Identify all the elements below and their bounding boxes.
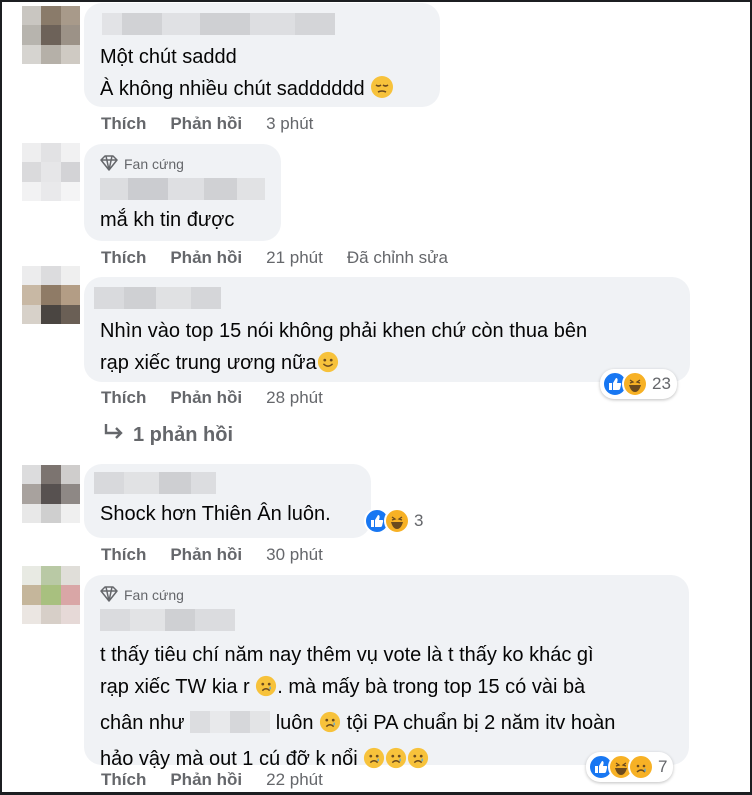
sad-face-icon	[385, 747, 407, 779]
comment-line: Nhìn vào top 15 nói không phải khen chứ …	[100, 320, 588, 342]
reaction-summary[interactable]: 23	[600, 369, 677, 399]
like-button[interactable]: Thích	[101, 388, 146, 408]
comment-bubble: Shock hơn Thiên Ân luôn.	[84, 464, 371, 538]
comment-bubble: Fan cứng t thấy tiêu chí năm nay thêm vụ…	[84, 575, 689, 770]
like-button[interactable]: Thích	[101, 248, 146, 268]
comment-bubble: Fan cứng mắ kh tin được	[84, 144, 281, 241]
timestamp[interactable]: 28 phút	[266, 388, 323, 408]
view-replies-link[interactable]: 1 phản hồi	[103, 422, 233, 448]
reply-button[interactable]: Phản hồi	[170, 114, 242, 134]
comment-line: t thấy tiêu chí năm nay thêm vụ vote là …	[100, 644, 594, 666]
like-button[interactable]: Thích	[101, 545, 146, 565]
reaction-summary[interactable]: 3	[362, 506, 429, 536]
comment-bubble: Nhìn vào top 15 nói không phải khen chứ …	[84, 277, 690, 382]
timestamp[interactable]: 22 phút	[266, 770, 323, 790]
comment-line: chân như luôn tội PA chuẩn bị 2 năm itv …	[100, 707, 673, 743]
comment-bubble: Một chút saddd À không nhiều chút sadddd…	[84, 3, 440, 107]
comment-line: Một chút saddd	[100, 46, 237, 68]
avatar[interactable]	[22, 465, 80, 523]
diamond-icon	[100, 154, 118, 174]
edited-label[interactable]: Đã chỉnh sửa	[347, 248, 448, 268]
comment-actions: Thích Phản hồi 30 phút	[101, 543, 323, 567]
avatar[interactable]	[22, 6, 80, 64]
blurred-name	[190, 711, 271, 733]
diamond-icon	[100, 585, 118, 605]
pensive-face-icon	[370, 75, 394, 109]
author-name-blurred[interactable]	[94, 287, 674, 309]
top-fan-badge[interactable]: Fan cứng	[100, 154, 265, 174]
reply-button[interactable]: Phản hồi	[170, 545, 242, 565]
comment-line: rạp xiếc TW kia r . mà mấy bà trong top …	[100, 671, 673, 707]
timestamp[interactable]: 21 phút	[266, 248, 323, 268]
timestamp[interactable]: 30 phút	[266, 545, 323, 565]
sad-face-icon	[407, 747, 429, 779]
smiling-face-icon	[317, 351, 339, 383]
reaction-count: 23	[652, 374, 671, 393]
comment-actions: Thích Phản hồi 22 phút	[101, 768, 323, 792]
reaction-count: 3	[414, 511, 424, 530]
top-fan-badge[interactable]: Fan cứng	[100, 585, 673, 605]
reply-button[interactable]: Phản hồi	[170, 770, 242, 790]
timestamp[interactable]: 3 phút	[266, 114, 313, 134]
author-name-blurred[interactable]	[100, 178, 265, 200]
comment-text: Một chút saddd À không nhiều chút sadddd…	[100, 41, 424, 109]
like-button[interactable]: Thích	[101, 770, 146, 790]
comment-text: Nhìn vào top 15 nói không phải khen chứ …	[100, 315, 674, 383]
sad-face-icon	[255, 675, 277, 707]
like-button[interactable]: Thích	[101, 114, 146, 134]
haha-icon	[622, 371, 648, 397]
author-name-blurred[interactable]	[102, 13, 424, 35]
comment-text: Shock hơn Thiên Ân luôn.	[100, 503, 331, 525]
author-name-blurred[interactable]	[94, 472, 355, 494]
comment-actions: Thích Phản hồi 3 phút	[101, 112, 313, 136]
avatar[interactable]	[22, 143, 80, 201]
sad-icon	[628, 754, 654, 780]
comment-actions: Thích Phản hồi 21 phút Đã chỉnh sửa	[101, 246, 448, 270]
comment-line: À không nhiều chút sadddddd	[100, 73, 424, 109]
sad-face-icon	[319, 711, 341, 743]
comment-line: rạp xiếc trung ương nữa	[100, 347, 674, 383]
haha-icon	[384, 508, 410, 534]
comment-text: mắ kh tin được	[100, 209, 235, 231]
reply-button[interactable]: Phản hồi	[170, 248, 242, 268]
reaction-count: 7	[658, 757, 668, 776]
avatar[interactable]	[22, 266, 80, 324]
comment-actions: Thích Phản hồi 28 phút	[101, 386, 323, 410]
reply-arrow-icon	[103, 422, 125, 448]
avatar[interactable]	[22, 566, 80, 624]
sad-face-icon	[363, 747, 385, 779]
reaction-summary[interactable]: 7	[586, 752, 674, 782]
author-name-blurred[interactable]	[100, 609, 673, 631]
reply-button[interactable]: Phản hồi	[170, 388, 242, 408]
